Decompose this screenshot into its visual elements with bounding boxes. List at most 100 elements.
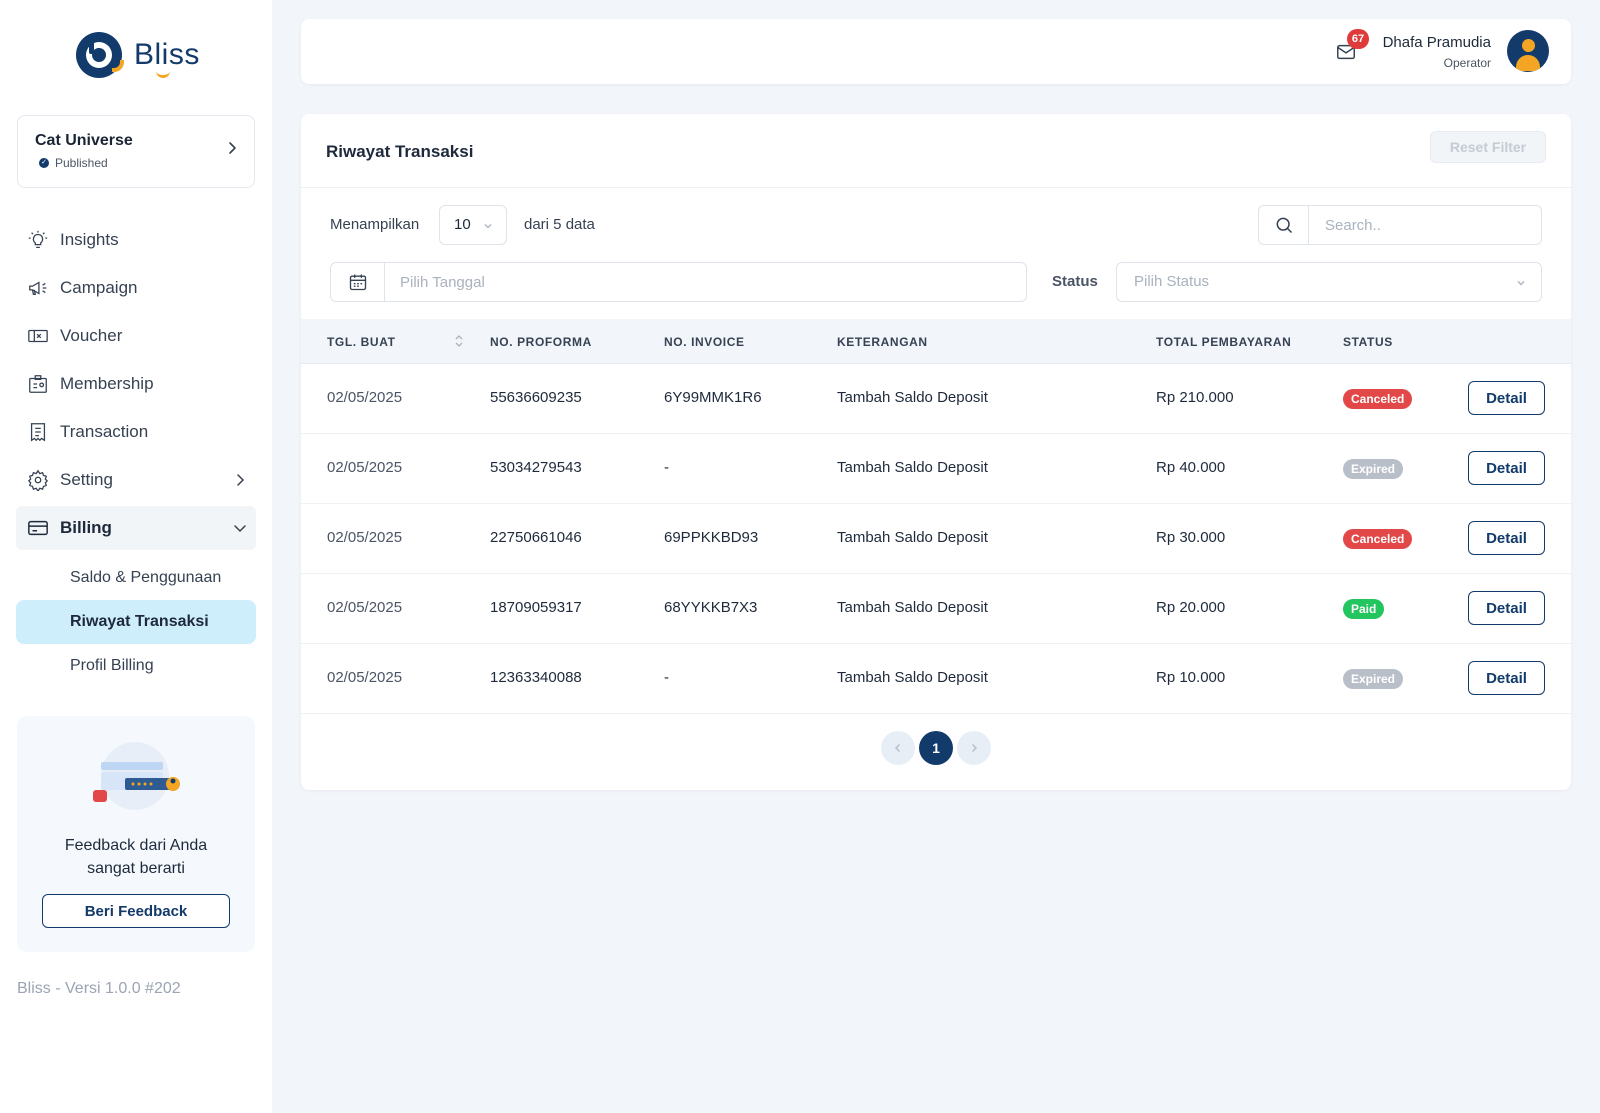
cell-invoice: - <box>664 459 669 476</box>
detail-button[interactable]: Detail <box>1468 381 1545 415</box>
cell-description: Tambah Saldo Deposit <box>837 389 988 406</box>
search-box <box>1258 205 1542 245</box>
feedback-card: Feedback dari Anda sangat berarti Beri F… <box>17 716 255 952</box>
lightbulb-icon <box>26 228 50 252</box>
sidebar-item-label: Setting <box>60 470 113 489</box>
transaction-history-card: Riwayat Transaksi Reset Filter Menampilk… <box>301 114 1571 790</box>
chevron-right-icon <box>237 474 245 486</box>
reset-filter-button[interactable]: Reset Filter <box>1430 131 1546 163</box>
subnav-item-riwayat-transaksi[interactable]: Riwayat Transaksi <box>16 600 256 644</box>
cell-date: 02/05/2025 <box>327 389 403 406</box>
date-input[interactable] <box>386 263 1016 301</box>
chevron-left-icon <box>894 743 901 753</box>
sidebar-item-label: Insights <box>60 230 119 249</box>
receipt-icon <box>26 420 50 444</box>
detail-button[interactable]: Detail <box>1468 521 1545 555</box>
column-header-description: KETERANGAN <box>837 335 928 349</box>
give-feedback-button[interactable]: Beri Feedback <box>42 894 230 928</box>
cell-description: Tambah Saldo Deposit <box>837 669 988 686</box>
status-select-placeholder: Pilih Status <box>1134 273 1210 290</box>
chevron-right-icon <box>229 142 236 154</box>
billing-icon <box>26 516 50 540</box>
pagination: 1 <box>881 731 991 765</box>
sidebar-item-label: Billing <box>60 518 112 537</box>
notification-badge: 67 <box>1347 29 1369 49</box>
table-row: 02/05/2025 18709059317 68YYKKB7X3 Tambah Sa… <box>301 574 1571 644</box>
user-role: Operator <box>1443 56 1491 70</box>
chevron-right-icon <box>971 743 978 753</box>
status-badge: Canceled <box>1343 529 1413 549</box>
status-badge: Expired <box>1343 459 1404 479</box>
total-data-label: dari 5 data <box>524 216 595 233</box>
project-switcher[interactable]: Cat Universe ✓ Published <box>17 115 255 188</box>
detail-button[interactable]: Detail <box>1468 661 1545 695</box>
table-row: 02/05/2025 53034279543 - Tambah Saldo Depos… <box>301 434 1571 504</box>
chevron-down-icon <box>234 525 246 533</box>
sidebar-item-label: Voucher <box>60 326 123 345</box>
sidebar-item-label: Transaction <box>60 422 149 441</box>
cell-total: Rp 210.000 <box>1156 389 1234 406</box>
cell-date: 02/05/2025 <box>327 599 403 616</box>
cell-total: Rp 40.000 <box>1156 459 1226 476</box>
status-badge: Canceled <box>1343 389 1413 409</box>
search-icon[interactable] <box>1259 206 1309 244</box>
cell-invoice: 69PPKKBD93 <box>664 529 759 546</box>
column-header-invoice: NO. INVOICE <box>664 335 745 349</box>
sidebar-item-transaction[interactable]: Transaction <box>16 410 256 454</box>
page-size-value: 10 <box>454 216 471 233</box>
calendar-icon[interactable] <box>331 263 385 301</box>
feedback-text-line2: sangat berarti <box>87 860 185 877</box>
megaphone-icon <box>26 276 50 300</box>
topbar: 67 Dhafa Pramudia Operator <box>301 19 1571 84</box>
gear-icon <box>26 468 50 492</box>
sidebar-item-membership[interactable]: Membership <box>16 362 256 406</box>
project-name: Cat Universe <box>35 132 133 149</box>
show-label: Menampilkan <box>330 216 420 233</box>
next-page-button[interactable] <box>957 731 991 765</box>
cell-invoice: - <box>664 669 669 686</box>
status-select[interactable]: Pilih Status <box>1116 262 1542 302</box>
divider <box>301 187 1571 188</box>
cell-date: 02/05/2025 <box>327 669 403 686</box>
chevron-down-icon <box>1517 281 1525 286</box>
cell-proforma: 22750661046 <box>490 529 582 546</box>
membership-icon <box>26 372 50 396</box>
subnav-item-profil-billing[interactable]: Profil Billing <box>16 644 256 688</box>
feedback-illustration-icon <box>93 742 180 810</box>
bliss-logo-icon <box>76 32 124 78</box>
cell-description: Tambah Saldo Deposit <box>837 529 988 546</box>
prev-page-button[interactable] <box>881 731 915 765</box>
subnav-item-saldo[interactable]: Saldo & Penggunaan <box>16 556 256 600</box>
sidebar-item-insights[interactable]: Insights <box>16 218 256 262</box>
sidebar-item-billing[interactable]: Billing <box>16 506 256 550</box>
voucher-icon <box>26 324 50 348</box>
sidebar-item-label: Membership <box>60 374 154 393</box>
table-row: 02/05/2025 12363340088 - Tambah Saldo Depos… <box>301 644 1571 714</box>
sidebar-item-voucher[interactable]: Voucher <box>16 314 256 358</box>
sidebar-nav: Insights Campaign Voucher Membership Tra… <box>16 218 256 554</box>
search-input[interactable] <box>1311 206 1539 244</box>
cell-total: Rp 30.000 <box>1156 529 1226 546</box>
cell-invoice: 68YYKKB7X3 <box>664 599 758 616</box>
avatar[interactable] <box>1507 30 1549 72</box>
sidebar-item-setting[interactable]: Setting <box>16 458 256 502</box>
detail-button[interactable]: Detail <box>1468 591 1545 625</box>
sort-icon[interactable] <box>453 332 465 350</box>
page-size-select[interactable]: 10 <box>439 205 507 245</box>
cell-proforma: 12363340088 <box>490 669 582 686</box>
table-header: TGL. BUAT NO. PROFORMA NO. INVOICE KETER… <box>301 319 1571 364</box>
status-filter-label: Status <box>1052 273 1098 290</box>
verified-icon: ✓ <box>39 158 49 168</box>
column-header-date[interactable]: TGL. BUAT <box>327 335 396 349</box>
cell-total: Rp 10.000 <box>1156 669 1226 686</box>
billing-subnav: Saldo & Penggunaan Riwayat Transaksi Pro… <box>16 556 256 688</box>
cell-proforma: 53034279543 <box>490 459 582 476</box>
user-name[interactable]: Dhafa Pramudia <box>1383 34 1491 51</box>
version-label: Bliss - Versi 1.0.0 #202 <box>17 980 181 997</box>
column-header-proforma: NO. PROFORMA <box>490 335 592 349</box>
chevron-down-icon <box>484 224 492 229</box>
detail-button[interactable]: Detail <box>1468 451 1545 485</box>
brand-logo[interactable]: Bliss <box>76 32 200 78</box>
sidebar-item-campaign[interactable]: Campaign <box>16 266 256 310</box>
page-button-current[interactable]: 1 <box>919 731 953 765</box>
